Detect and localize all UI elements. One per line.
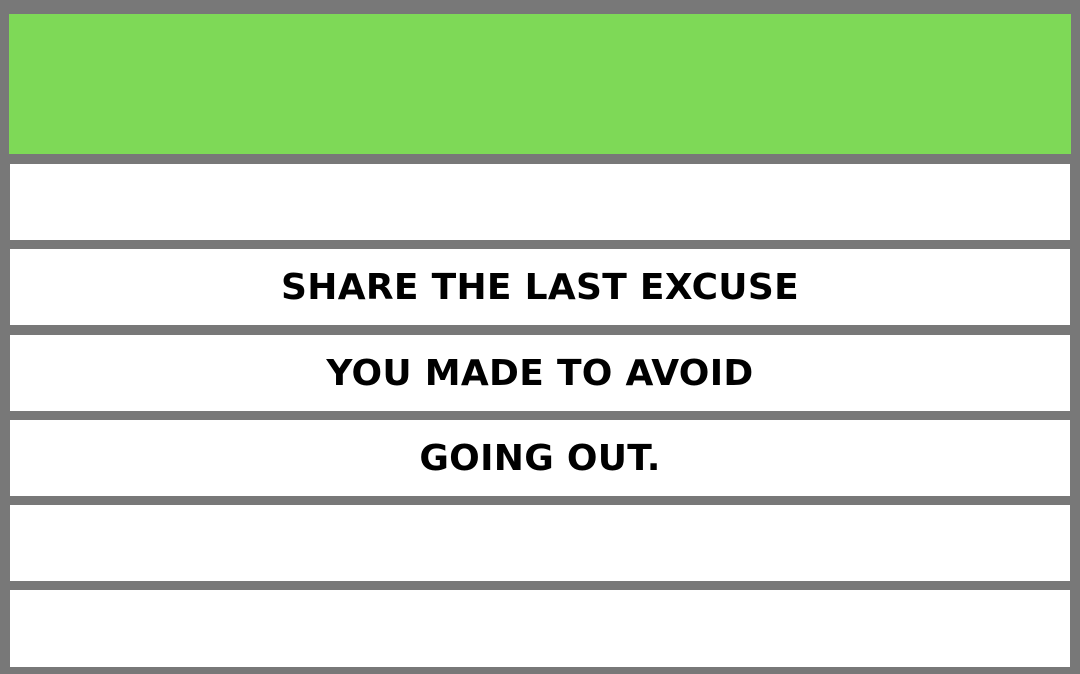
prompt-line-text: YOU MADE TO AVOID	[326, 352, 754, 394]
empty-line-row	[10, 164, 1070, 240]
prompt-line-text: SHARE THE LAST EXCUSE	[281, 266, 799, 308]
prompt-card: SHARE THE LAST EXCUSE YOU MADE TO AVOID …	[0, 0, 1080, 674]
prompt-line-row: SHARE THE LAST EXCUSE	[10, 249, 1070, 325]
empty-line-row	[10, 505, 1070, 581]
prompt-line-row: GOING OUT.	[10, 420, 1070, 496]
prompt-line-text: GOING OUT.	[419, 437, 661, 479]
green-header-bar	[9, 14, 1071, 154]
prompt-line-row: YOU MADE TO AVOID	[10, 335, 1070, 411]
empty-line-row	[10, 590, 1070, 667]
